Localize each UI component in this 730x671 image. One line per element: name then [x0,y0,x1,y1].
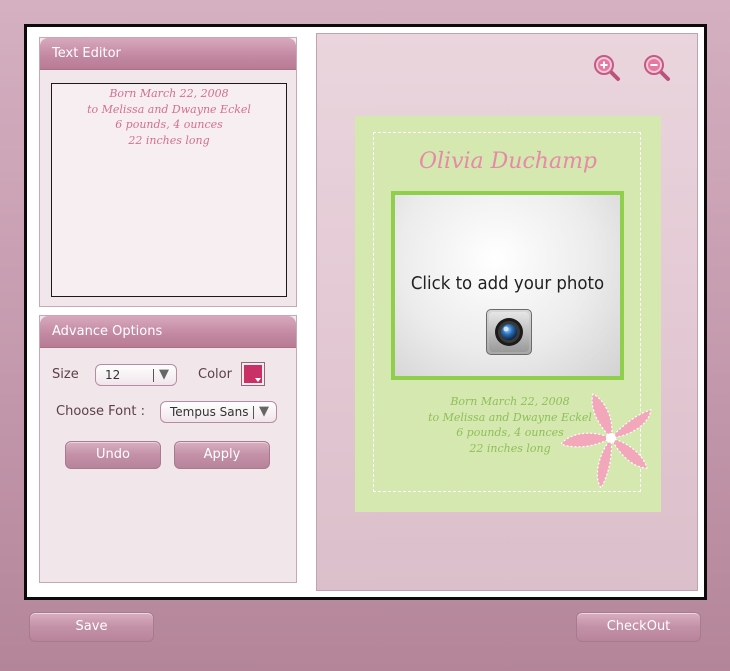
flower-decoration-icon [559,388,659,492]
checkout-button[interactable]: CheckOut [576,612,701,642]
editor-line: 6 pounds, 4 ounces [115,118,223,131]
zoom-in-icon[interactable] [593,54,620,81]
card-title[interactable]: Olivia Duchamp [355,149,661,174]
advance-options-header: Advance Options [40,316,296,348]
font-select[interactable]: Tempus Sans ▼ [160,401,277,423]
zoom-out-icon[interactable] [643,54,670,81]
dropdown-triangle-icon [255,378,261,382]
color-swatch-fill [244,365,262,383]
undo-button[interactable]: Undo [65,441,161,469]
camera-icon[interactable] [486,309,532,355]
editor-line: Born March 22, 2008 [109,87,229,100]
designer-frame: Text Editor Born March 22, 2008 to Melis… [24,24,707,600]
apply-button[interactable]: Apply [174,441,270,469]
editor-line: to Melissa and Dwayne Eckel [87,102,251,116]
birth-announcement-card: Olivia Duchamp Click to add your photo B… [355,116,661,512]
photo-prompt: Click to add your photo [410,273,605,294]
text-editor-header: Text Editor [40,38,296,70]
chevron-down-icon: ▼ [259,404,269,419]
left-panel: Text Editor Born March 22, 2008 to Melis… [33,33,313,593]
advance-options-panel: Advance Options Size 12 ▼ Color Choose F… [39,315,297,583]
size-select[interactable]: 12 ▼ [95,364,177,386]
save-button[interactable]: Save [29,612,154,642]
editor-line: 22 inches long [128,133,210,147]
text-editor-textarea[interactable]: Born March 22, 2008 to Melissa and Dwayn… [51,83,287,297]
chevron-down-icon: ▼ [159,367,169,382]
add-photo-area[interactable]: Click to add your photo [391,191,624,380]
size-value: 12 [105,368,121,382]
choose-font-label: Choose Font : [56,404,145,419]
preview-panel: Olivia Duchamp Click to add your photo B… [316,33,698,591]
font-value: Tempus Sans [170,405,249,419]
text-editor-panel: Text Editor Born March 22, 2008 to Melis… [39,37,297,307]
color-swatch-button[interactable] [241,362,265,386]
size-label: Size [52,367,79,382]
color-label: Color [198,367,232,382]
